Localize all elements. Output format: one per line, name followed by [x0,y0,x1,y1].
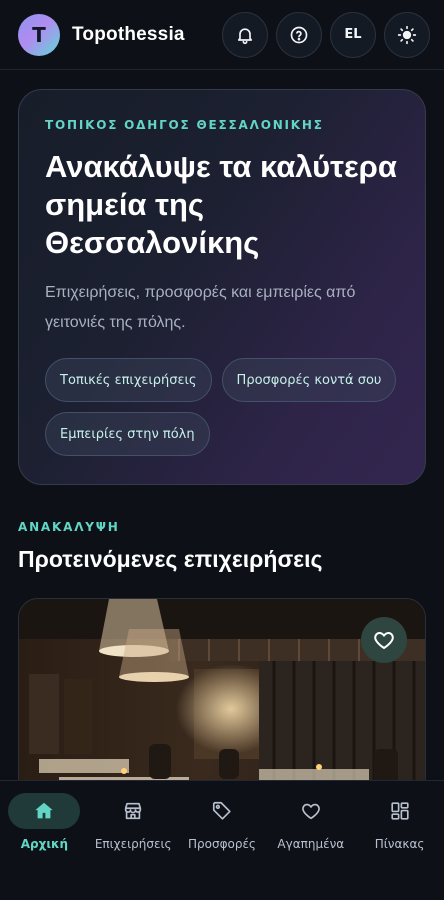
hero-subtitle: Επιχειρήσεις, προσφορές και εμπειρίες απ… [45,284,356,331]
hero-title: Ανακάλυψε τα καλύτερα σημεία της Θεσσαλο… [45,149,397,260]
app-header: T Topothessia EL [0,0,444,70]
tag-icon [212,801,231,820]
bottom-nav: Αρχική Επιχειρήσεις Προσφορές Αγαπημένα [0,780,444,900]
language-button[interactable]: EL [330,11,376,58]
language-label: EL [344,27,362,42]
section-eyebrow: ΑΝΑΚΑΛΥΨΗ [18,520,120,534]
avatar-letter: T [32,22,46,47]
heart-icon [374,632,394,649]
bell-icon [237,27,253,44]
nav-label: Αγαπημένα [277,837,345,851]
nav-label: Προσφορές [187,837,256,851]
nav-item-dashboard[interactable]: Πίνακας [355,793,444,900]
nav-icon-wrap [97,793,169,829]
nav-icon-wrap [186,793,258,829]
favorite-button[interactable] [361,617,407,663]
heart-icon [301,803,320,820]
nav-item-favorites[interactable]: Αγαπημένα [266,793,355,900]
store-icon [125,802,142,820]
hero-chips: Τοπικές επιχειρήσεις Προσφορές κοντά σου… [45,358,399,456]
nav-label: Αρχική [20,837,69,851]
nav-icon-wrap [364,793,436,829]
sun-icon [397,25,417,44]
nav-item-offers[interactable]: Προσφορές [178,793,267,900]
chip-city-experiences[interactable]: Εμπειρίες στην πόλη [45,412,210,456]
brand-name[interactable]: Topothessia [72,24,214,46]
notifications-button[interactable] [222,11,268,58]
chip-offers-nearby[interactable]: Προσφορές κοντά σου [221,358,397,402]
nav-label: Επιχειρήσεις [94,837,172,851]
hero-card: ΤΟΠΙΚΟΣ ΟΔΗΓΟΣ ΘΕΣΣΑΛΟΝΙΚΗΣ Ανακάλυψε τα… [18,89,426,485]
theme-toggle-button[interactable] [384,11,430,58]
nav-icon-wrap [8,793,81,829]
dashboard-icon [390,802,409,820]
nav-icon-wrap [275,793,347,829]
nav-item-home[interactable]: Αρχική [0,793,89,900]
hero-eyebrow: ΤΟΠΙΚΟΣ ΟΔΗΓΟΣ ΘΕΣΣΑΛΟΝΙΚΗΣ [45,118,324,132]
nav-item-businesses[interactable]: Επιχειρήσεις [89,793,178,900]
avatar[interactable]: T [18,13,60,56]
featured-business-card[interactable] [18,598,426,798]
help-button[interactable] [276,11,322,58]
help-icon [290,26,308,43]
nav-label: Πίνακας [374,837,425,851]
home-icon [35,802,54,819]
chip-local-businesses[interactable]: Τοπικές επιχειρήσεις [45,358,212,402]
section-title: Προτεινόμενες επιχειρήσεις [18,546,323,572]
